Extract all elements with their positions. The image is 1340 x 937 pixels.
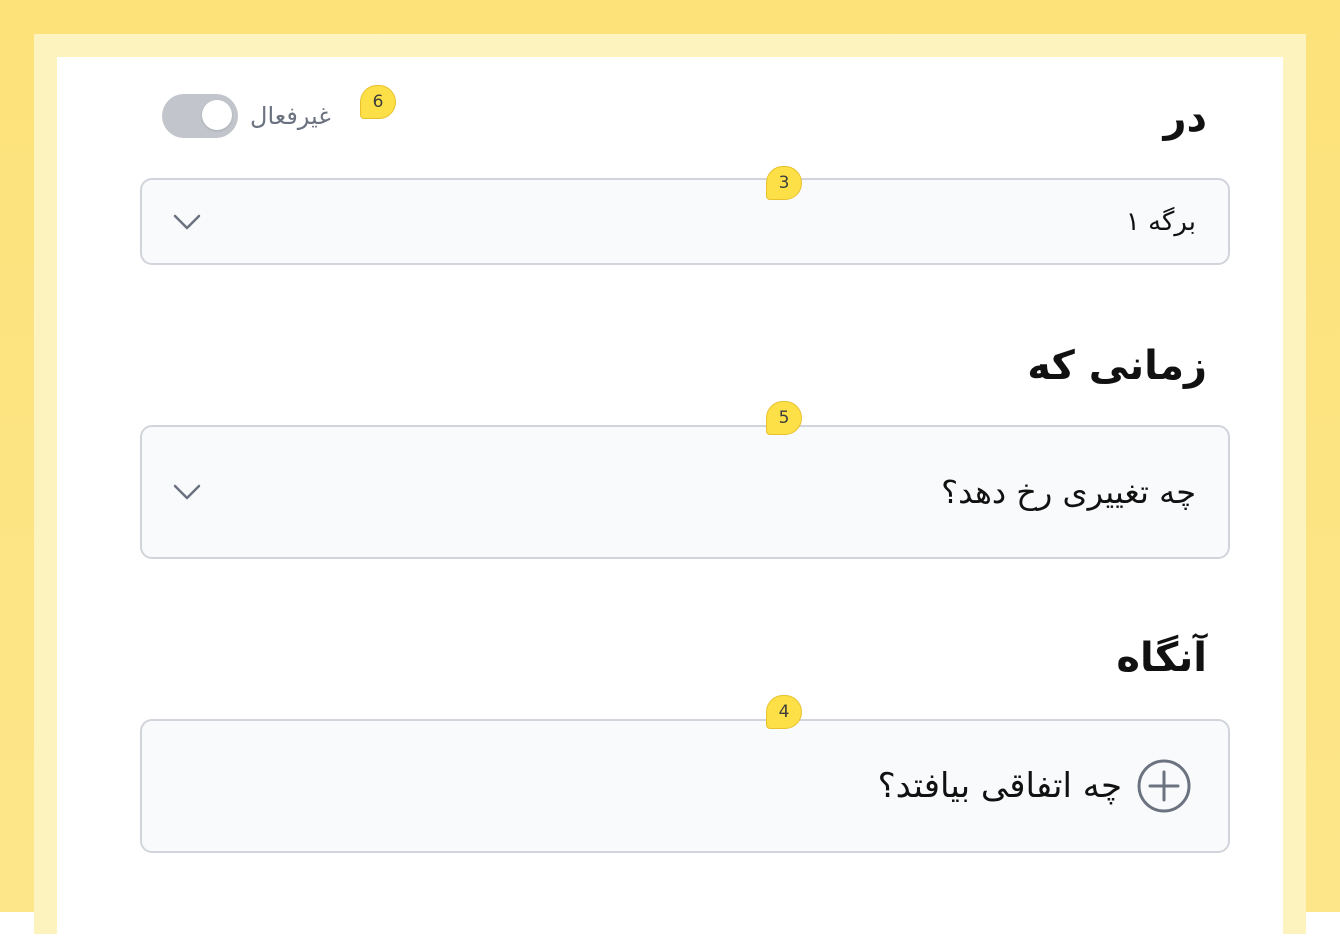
in-section-title: در	[1163, 95, 1207, 141]
change-type-placeholder: چه تغییری رخ دهد؟	[941, 473, 1196, 511]
chevron-down-icon	[173, 484, 201, 500]
add-action-button[interactable]: چه اتفاقی بیافتد؟	[878, 758, 1192, 814]
page-select[interactable]: برگه ۱	[140, 178, 1230, 265]
annotation-badge-4: 4	[766, 695, 802, 729]
add-action-label: چه اتفاقی بیافتد؟	[877, 766, 1122, 806]
chevron-down-icon	[173, 214, 201, 229]
rule-toggle-group: غیرفعال	[162, 94, 331, 138]
annotation-badge-6: 6	[360, 85, 396, 119]
annotation-badge-5: 5	[766, 401, 802, 435]
add-action-box[interactable]: چه اتفاقی بیافتد؟	[140, 719, 1230, 853]
page-select-value: برگه ۱	[1125, 206, 1196, 237]
annotation-badge-3: 3	[766, 166, 802, 200]
rule-enabled-toggle[interactable]	[162, 94, 238, 138]
when-section-title: زمانی که	[1027, 343, 1207, 389]
then-section-title: آنگاه	[1116, 635, 1207, 681]
plus-circle-icon	[1137, 759, 1191, 813]
toggle-state-label: غیرفعال	[250, 102, 331, 130]
toggle-knob	[202, 100, 232, 130]
change-type-select[interactable]: چه تغییری رخ دهد؟	[140, 425, 1230, 559]
